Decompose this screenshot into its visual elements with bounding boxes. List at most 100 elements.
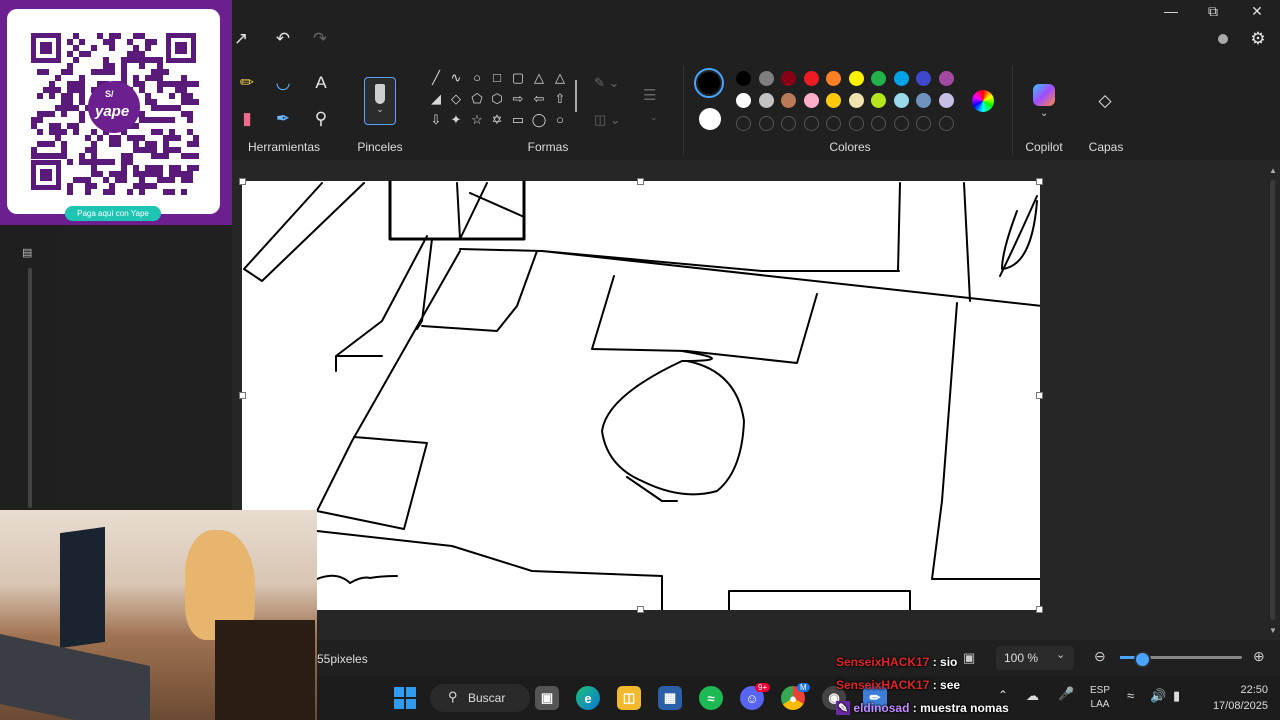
callout-cloud-shape-icon[interactable]: ○ bbox=[552, 112, 568, 128]
color-swatch[interactable] bbox=[803, 71, 819, 86]
windows-start-icon[interactable] bbox=[393, 686, 417, 710]
clock[interactable]: 22:50 17/08/2025 bbox=[1198, 682, 1268, 714]
resize-handle[interactable] bbox=[239, 178, 246, 185]
copilot-icon[interactable] bbox=[1033, 84, 1055, 106]
stroke-size-icon[interactable]: ☰ bbox=[643, 86, 656, 104]
layers-icon[interactable]: ◇ bbox=[1092, 88, 1118, 114]
task-view-icon[interactable]: ▣ bbox=[535, 686, 559, 710]
account-icon[interactable] bbox=[1218, 34, 1228, 44]
six-point-star-shape-icon[interactable]: ✡ bbox=[489, 112, 505, 128]
language-indicator[interactable]: ESP LAA bbox=[1090, 684, 1110, 712]
file-explorer-icon[interactable]: ◫ bbox=[617, 686, 641, 710]
chevron-down-icon[interactable]: ⌄ bbox=[1040, 108, 1048, 119]
color-swatch[interactable] bbox=[781, 71, 796, 86]
spotify-icon[interactable]: ≈ bbox=[699, 686, 723, 710]
color-swatch[interactable] bbox=[893, 71, 909, 86]
color-swatch[interactable] bbox=[916, 71, 931, 86]
color-swatch[interactable] bbox=[893, 93, 909, 108]
right-arrow-shape-icon[interactable]: ⇨ bbox=[510, 91, 526, 107]
four-point-star-shape-icon[interactable]: ✦ bbox=[448, 112, 464, 128]
store-icon[interactable]: ▦ bbox=[658, 686, 682, 710]
custom-color-slot[interactable] bbox=[938, 116, 954, 131]
onedrive-icon[interactable]: ☁ bbox=[1026, 688, 1039, 704]
battery-icon[interactable]: ▮ bbox=[1173, 688, 1180, 704]
resize-handle[interactable] bbox=[1036, 178, 1043, 185]
down-arrow-shape-icon[interactable]: ⇩ bbox=[428, 112, 444, 128]
outline-icon[interactable]: ✎ ⌄ bbox=[594, 75, 619, 91]
diamond-shape-icon[interactable]: ◇ bbox=[448, 91, 464, 107]
vertical-scrollbar[interactable] bbox=[1270, 180, 1275, 620]
settings-gear-icon[interactable]: ⚙ bbox=[1245, 26, 1271, 52]
shapes-scrollbar[interactable] bbox=[575, 80, 577, 112]
custom-color-slot[interactable] bbox=[871, 116, 886, 131]
rounded-rectangle-shape-icon[interactable]: ▢ bbox=[510, 70, 526, 86]
color-swatch[interactable] bbox=[938, 71, 954, 86]
panel-slider[interactable] bbox=[28, 268, 32, 508]
custom-color-slot[interactable] bbox=[781, 116, 796, 131]
color-swatch[interactable] bbox=[848, 71, 864, 86]
minimize-button[interactable]: — bbox=[1148, 0, 1194, 22]
right-triangle-shape-icon[interactable]: ◢ bbox=[428, 91, 444, 107]
callout-oval-shape-icon[interactable]: ◯ bbox=[531, 112, 547, 128]
color-swatch[interactable] bbox=[736, 71, 751, 86]
scroll-down-icon[interactable]: ▼ bbox=[1269, 626, 1277, 635]
zoom-slider-thumb[interactable] bbox=[1134, 651, 1151, 668]
edge-icon[interactable]: e bbox=[576, 686, 600, 710]
color-swatch[interactable] bbox=[826, 93, 841, 108]
resize-handle[interactable] bbox=[1036, 392, 1043, 399]
color-swatch[interactable] bbox=[848, 93, 864, 108]
curve-shape-icon[interactable]: ∿ bbox=[448, 70, 464, 86]
chevron-down-icon[interactable]: ⌄ bbox=[650, 112, 658, 123]
resize-handle[interactable] bbox=[1036, 606, 1043, 613]
resize-handle[interactable] bbox=[637, 178, 644, 185]
color-swatch[interactable] bbox=[916, 93, 931, 108]
oval-shape-icon[interactable]: ○ bbox=[469, 70, 485, 86]
hexagon-shape-icon[interactable]: ⬡ bbox=[489, 91, 505, 107]
brush-button[interactable]: ⌄ bbox=[364, 77, 396, 125]
left-arrow-shape-icon[interactable]: ⇦ bbox=[531, 91, 547, 107]
pentagon-shape-icon[interactable]: ⬠ bbox=[469, 91, 485, 107]
primary-color-button[interactable] bbox=[694, 68, 724, 98]
taskbar-search[interactable]: ⚲ Buscar bbox=[430, 684, 530, 712]
magnifier-icon[interactable]: ⚲ bbox=[308, 106, 334, 132]
color-swatch[interactable] bbox=[758, 71, 774, 86]
drawing-canvas[interactable] bbox=[239, 177, 1043, 613]
shapes-gallery[interactable]: ╱ ∿ ○ □ ▢ △ △ ◢ ◇ ⬠ ⬡ ⇨ ⇦ ⇧ ⇩ ✦ ☆ ✡ ▭ ◯ … bbox=[424, 68, 574, 136]
color-swatch[interactable] bbox=[758, 93, 774, 108]
pencil-icon[interactable]: ✏ bbox=[234, 70, 260, 96]
color-picker-icon[interactable]: ✒ bbox=[270, 106, 296, 132]
custom-color-slot[interactable] bbox=[758, 116, 774, 131]
resize-handle[interactable] bbox=[239, 392, 246, 399]
color-swatch[interactable] bbox=[781, 93, 796, 108]
color-wheel-icon[interactable] bbox=[972, 90, 994, 112]
custom-color-slot[interactable] bbox=[893, 116, 909, 131]
custom-color-slot[interactable] bbox=[803, 116, 819, 131]
resize-handle[interactable] bbox=[637, 606, 644, 613]
custom-color-slot[interactable] bbox=[736, 116, 751, 131]
fit-screen-icon[interactable]: ▣ bbox=[963, 650, 975, 666]
color-swatch[interactable] bbox=[938, 93, 954, 108]
custom-color-slot[interactable] bbox=[848, 116, 864, 131]
color-swatch[interactable] bbox=[736, 93, 751, 108]
polygon-shape-icon[interactable]: △ bbox=[531, 70, 547, 86]
five-point-star-shape-icon[interactable]: ☆ bbox=[469, 112, 485, 128]
color-swatch[interactable] bbox=[803, 93, 819, 108]
microphone-icon[interactable]: 🎤 bbox=[1058, 686, 1074, 702]
secondary-color-button[interactable] bbox=[699, 108, 721, 130]
color-swatch[interactable] bbox=[826, 71, 841, 86]
line-shape-icon[interactable]: ╱ bbox=[428, 70, 444, 86]
custom-color-slot[interactable] bbox=[916, 116, 931, 131]
restore-button[interactable]: ⧉ bbox=[1190, 0, 1236, 22]
scroll-up-icon[interactable]: ▲ bbox=[1269, 166, 1277, 175]
fill-bucket-icon[interactable]: ◡ bbox=[270, 70, 296, 96]
callout-rect-shape-icon[interactable]: ▭ bbox=[510, 112, 526, 128]
text-tool-icon[interactable]: A bbox=[308, 70, 334, 96]
wifi-icon[interactable]: ≈ bbox=[1127, 688, 1134, 703]
volume-icon[interactable]: 🔊 bbox=[1150, 688, 1166, 704]
zoom-select[interactable]: 100 % ⌄ bbox=[996, 646, 1074, 670]
fill-icon[interactable]: ◫ ⌄ bbox=[594, 112, 621, 128]
color-swatch[interactable] bbox=[871, 93, 886, 108]
color-swatch[interactable] bbox=[871, 71, 886, 86]
up-arrow-shape-icon[interactable]: ⇧ bbox=[552, 91, 568, 107]
undo-icon[interactable]: ↶ bbox=[270, 26, 296, 52]
